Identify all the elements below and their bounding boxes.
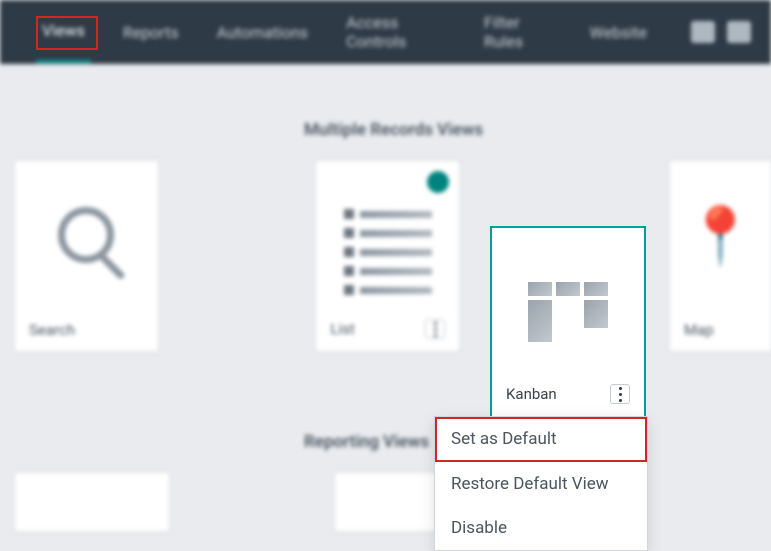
tab-website[interactable]: Website bbox=[584, 3, 653, 62]
card-map-label: Map bbox=[684, 321, 714, 339]
default-badge-icon bbox=[427, 171, 449, 193]
tab-filter-rules[interactable]: Filter Rules bbox=[478, 0, 558, 71]
card-reporting-1[interactable] bbox=[14, 472, 170, 532]
tab-reports[interactable]: Reports bbox=[117, 3, 185, 62]
highlight-views-tab bbox=[36, 16, 98, 50]
card-kanban-label: Kanban bbox=[506, 385, 557, 403]
tab-access-controls[interactable]: Access Controls bbox=[340, 0, 452, 71]
cards-row-reporting bbox=[14, 472, 771, 532]
kanban-context-menu: Set as Default Restore Default View Disa… bbox=[434, 416, 648, 551]
tab-automations[interactable]: Automations bbox=[211, 3, 314, 62]
card-kanban-kebab[interactable] bbox=[610, 384, 630, 404]
topbar: Views Reports Automations Access Control… bbox=[0, 0, 771, 64]
cards-row-multiple: Search List 📍 Map bbox=[14, 160, 771, 352]
menu-set-default[interactable]: Set as Default bbox=[435, 417, 647, 462]
list-icon bbox=[344, 209, 432, 281]
content-area: Multiple Records Views Search List bbox=[0, 64, 771, 542]
section-title-multiple: Multiple Records Views bbox=[304, 120, 771, 140]
card-list[interactable]: List bbox=[315, 160, 460, 352]
card-list-label: List bbox=[330, 320, 354, 338]
card-kanban[interactable]: Kanban bbox=[490, 226, 646, 418]
kanban-icon bbox=[528, 282, 608, 342]
topbar-tool-icon-1[interactable] bbox=[691, 21, 715, 43]
card-search-label: Search bbox=[29, 321, 75, 339]
topbar-tool-icon-2[interactable] bbox=[727, 21, 751, 43]
card-list-kebab[interactable] bbox=[425, 319, 445, 339]
map-pin-icon: 📍 bbox=[686, 203, 756, 269]
menu-restore-default[interactable]: Restore Default View bbox=[435, 462, 647, 506]
menu-disable[interactable]: Disable bbox=[435, 506, 647, 550]
search-icon bbox=[58, 207, 114, 263]
card-map[interactable]: 📍 Map bbox=[669, 160, 771, 352]
card-search[interactable]: Search bbox=[14, 160, 159, 352]
